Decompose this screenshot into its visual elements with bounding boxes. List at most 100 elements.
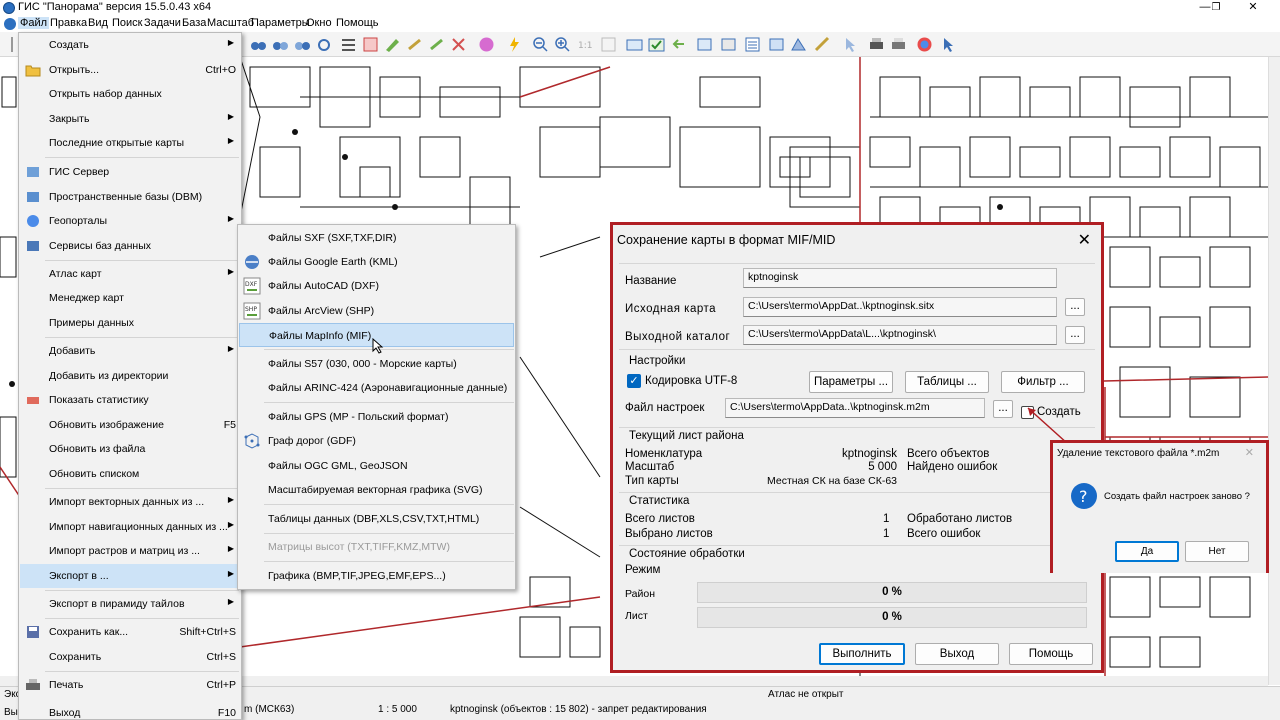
lightning-icon[interactable] [506, 36, 523, 53]
menu-item-import-nav[interactable]: Импорт навигационных данных из ... ▶ [20, 515, 240, 539]
map-list-icon[interactable] [720, 36, 737, 53]
menu-parameters[interactable]: Параметры [251, 17, 310, 29]
menu-edit[interactable]: Правка [50, 17, 87, 29]
vertical-scrollbar[interactable] [1268, 57, 1280, 685]
output-dir-field[interactable]: C:\Users\termo\AppData\L...\kptnoginsk\ [743, 325, 1057, 345]
menu-item-recent[interactable]: Последние открытые карты ▶ [20, 131, 240, 155]
menu-item-print[interactable]: Печать Ctrl+P [20, 673, 240, 697]
matrix-icon[interactable] [790, 36, 807, 53]
ruler-icon[interactable] [814, 36, 831, 53]
menu-base[interactable]: База [182, 17, 206, 29]
export-item-gps[interactable]: Файлы GPS (MP - Польский формат) [239, 405, 514, 429]
source-map-field[interactable]: C:\Users\termo\AppDat..\kptnoginsk.sitx [743, 297, 1057, 317]
list-icon[interactable] [340, 36, 357, 53]
dialog-close-icon[interactable]: ✕ [1078, 230, 1091, 250]
export-item-dxf[interactable]: DXF Файлы AutoCAD (DXF) [239, 274, 514, 298]
print-map-icon[interactable] [868, 36, 885, 53]
layers-icon[interactable] [696, 36, 713, 53]
menu-search[interactable]: Поиск [112, 17, 142, 29]
menu-item-open[interactable]: Открыть... Ctrl+O [20, 58, 240, 82]
output-browse-button[interactable]: ... [1065, 326, 1085, 344]
palette-icon[interactable] [478, 36, 495, 53]
menu-item-map-manager[interactable]: Менеджер карт [20, 286, 240, 310]
export-item-tables[interactable]: Таблицы данных (DBF,XLS,CSV,TXT,HTML) [239, 507, 514, 531]
message-close-icon[interactable]: ✕ [1245, 446, 1254, 459]
export-item-kml[interactable]: Файлы Google Earth (KML) [239, 250, 514, 274]
export-item-gml[interactable]: Файлы OGC GML, GeoJSON [239, 454, 514, 478]
binoculars-icon[interactable] [250, 36, 267, 53]
find-object-icon[interactable] [316, 36, 333, 53]
menu-item-create[interactable]: Создать ▶ [20, 33, 240, 57]
restore-button[interactable]: ❐ [1201, 0, 1231, 16]
no-button[interactable]: Нет [1185, 541, 1249, 562]
menu-item-add-from-dir[interactable]: Добавить из директории [20, 364, 240, 388]
menu-item-db-services[interactable]: Сервисы баз данных [20, 234, 240, 258]
raster-icon[interactable] [768, 36, 785, 53]
menu-item-dbm[interactable]: Пространственные базы (DBM) [20, 185, 240, 209]
export-item-graphics[interactable]: Графика (BMP,TIF,JPEG,EMF,EPS...) [239, 564, 514, 588]
utf8-checkbox[interactable]: ✓ [627, 374, 641, 388]
binoculars-left-icon[interactable] [272, 36, 289, 53]
menu-item-import-raster[interactable]: Импорт растров и матриц из ... ▶ [20, 539, 240, 563]
menu-item-export[interactable]: Экспорт в ... ▶ [20, 564, 240, 588]
menu-tasks[interactable]: Задачи [144, 17, 181, 29]
color-wheel-icon[interactable] [916, 36, 933, 53]
legend-icon[interactable] [744, 36, 761, 53]
filter-button[interactable]: Фильтр ... [1001, 371, 1085, 393]
menu-item-exit[interactable]: Выход F10 [20, 701, 240, 719]
menu-item-save[interactable]: Сохранить Ctrl+S [20, 645, 240, 669]
menu-item-refresh-list[interactable]: Обновить списком [20, 462, 240, 486]
export-item-gdf[interactable]: Граф дорог (GDF) [239, 429, 514, 453]
zoom-out-icon[interactable] [532, 36, 549, 53]
tables-button[interactable]: Таблицы ... [905, 371, 989, 393]
menu-item-export-tiles[interactable]: Экспорт в пирамиду тайлов ▶ [20, 592, 240, 616]
menu-item-close[interactable]: Закрыть ▶ [20, 107, 240, 131]
create-object-icon[interactable] [406, 36, 423, 53]
settings-file-field[interactable]: C:\Users\termo\AppData..\kptnoginsk.m2m [725, 398, 985, 418]
app-menu-icon[interactable] [4, 18, 16, 30]
source-browse-button[interactable]: ... [1065, 298, 1085, 316]
help-button[interactable]: Помощь [1009, 643, 1093, 665]
frame-icon[interactable] [626, 36, 643, 53]
menu-item-import-vector[interactable]: Импорт векторных данных из ... ▶ [20, 490, 240, 514]
menu-item-geoportals[interactable]: Геопорталы ▶ [20, 209, 240, 233]
check-frame-icon[interactable] [648, 36, 665, 53]
close-window-button[interactable]: ✕ [1238, 0, 1268, 16]
settings-file-browse-button[interactable]: ... [993, 400, 1013, 418]
menu-file[interactable]: Файл [18, 17, 50, 29]
binoculars-right-icon[interactable] [294, 36, 311, 53]
menu-item-atlas[interactable]: Атлас карт ▶ [20, 262, 240, 286]
menu-item-add[interactable]: Добавить ▶ [20, 339, 240, 363]
parameters-button[interactable]: Параметры ... [809, 371, 893, 393]
menu-item-statistics[interactable]: Показать статистику [20, 388, 240, 412]
delete-object-icon[interactable] [450, 36, 467, 53]
actual-size-icon[interactable]: 1:1 [577, 36, 594, 53]
run-button[interactable]: Выполнить [819, 643, 905, 665]
print-preview-icon[interactable] [890, 36, 907, 53]
menu-item-gis-server[interactable]: ГИС Сервер [20, 160, 240, 184]
edit-object-icon[interactable] [384, 36, 401, 53]
menu-item-save-as[interactable]: Сохранить как... Shift+Ctrl+S [20, 620, 240, 644]
export-item-sxf[interactable]: Файлы SXF (SXF,TXF,DIR) [239, 226, 514, 250]
menu-item-examples[interactable]: Примеры данных [20, 311, 240, 335]
menu-view[interactable]: Вид [88, 17, 108, 29]
menu-item-open-dataset[interactable]: Открыть набор данных [20, 82, 240, 106]
menu-scale[interactable]: Масштаб [207, 17, 254, 29]
name-field[interactable]: kptnoginsk [743, 268, 1057, 288]
yes-button[interactable]: Да [1115, 541, 1179, 562]
move-object-icon[interactable] [428, 36, 445, 53]
select-objects-icon[interactable] [362, 36, 379, 53]
export-item-shp[interactable]: SHP Файлы ArcView (SHP) [239, 299, 514, 323]
back-arrow-icon[interactable] [670, 36, 687, 53]
export-item-s57[interactable]: Файлы S57 (030, 000 - Морские карты) [239, 352, 514, 376]
grid-icon[interactable] [600, 36, 617, 53]
export-item-svg[interactable]: Масштабируемая векторная графика (SVG) [239, 478, 514, 502]
menu-item-refresh-file[interactable]: Обновить из файла [20, 437, 240, 461]
menu-window[interactable]: Окно [306, 17, 332, 29]
export-item-arinc[interactable]: Файлы ARINC-424 (Аэронавигационные данны… [239, 376, 514, 400]
menu-item-refresh-image[interactable]: Обновить изображение F5 [20, 413, 240, 437]
zoom-in-icon[interactable] [554, 36, 571, 53]
pointer-icon[interactable] [842, 36, 859, 53]
help-pointer-icon[interactable] [940, 36, 957, 53]
exit-button[interactable]: Выход [915, 643, 999, 665]
